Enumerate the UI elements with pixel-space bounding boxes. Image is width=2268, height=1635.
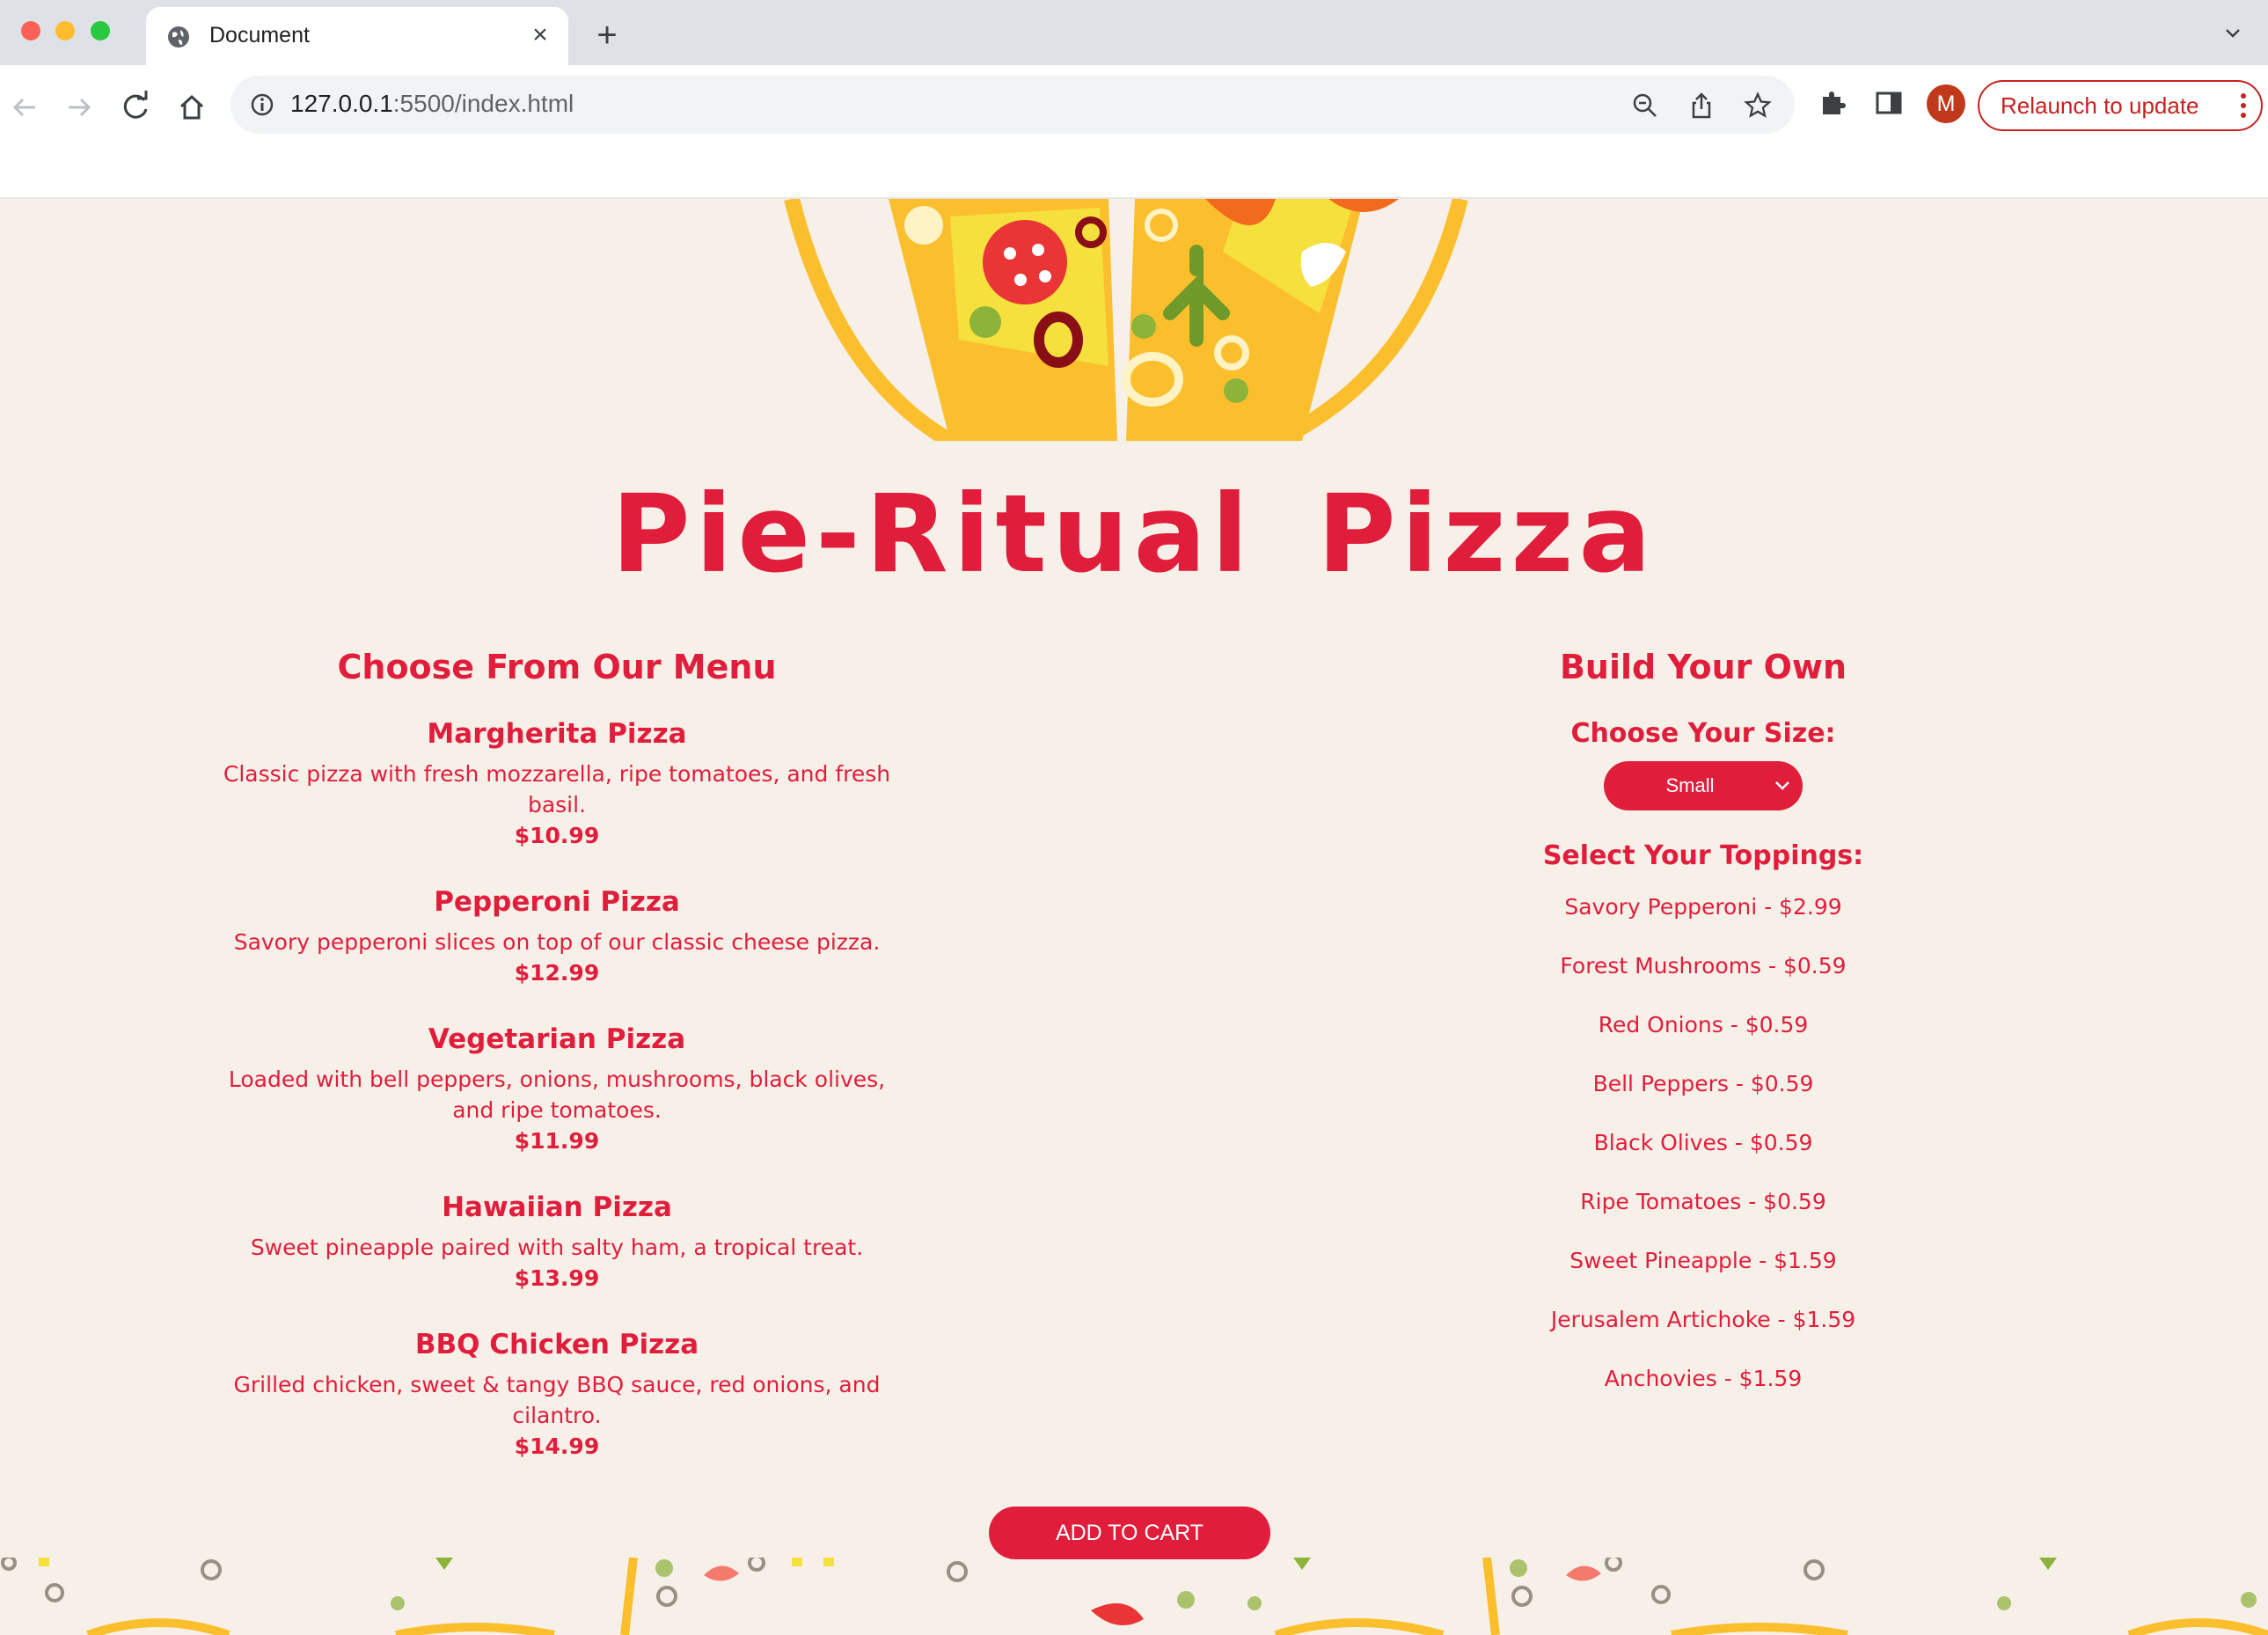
menu-item[interactable]: Hawaiian Pizza Sweet pineapple paired wi… bbox=[211, 1191, 903, 1294]
pizza-name: BBQ Chicken Pizza bbox=[414, 1329, 699, 1360]
topping-option[interactable]: Black Olives - $0.59 bbox=[1439, 1128, 1967, 1187]
pizza-description: Loaded with bell peppers, onions, mushro… bbox=[228, 1067, 886, 1123]
page-viewport: Pie-Ritual Pizza Choose From Our Menu Ma… bbox=[0, 199, 2268, 1635]
pizza-name: Vegetarian Pizza bbox=[428, 1023, 686, 1055]
menu-item[interactable]: Vegetarian Pizza Loaded with bell pepper… bbox=[211, 1023, 903, 1156]
chevron-down-icon[interactable] bbox=[2222, 23, 2243, 44]
pizza-price: $12.99 bbox=[514, 960, 600, 986]
pizza-name: Margherita Pizza bbox=[427, 718, 687, 750]
size-label: Choose Your Size: bbox=[1570, 718, 1836, 749]
topping-option[interactable]: Bell Peppers - $0.59 bbox=[1439, 1069, 1967, 1128]
reload-icon[interactable] bbox=[116, 88, 155, 127]
url-host: 127.0.0.1 bbox=[290, 90, 393, 117]
profile-avatar[interactable]: M bbox=[1927, 84, 1965, 123]
bookmark-star-icon[interactable] bbox=[1744, 92, 1772, 120]
menu-item[interactable]: BBQ Chicken Pizza Grilled chicken, sweet… bbox=[211, 1329, 903, 1462]
chevron-down-icon bbox=[1775, 781, 1789, 790]
url-path: :5500/index.html bbox=[392, 90, 574, 117]
address-bar[interactable]: 127.0.0.1:5500/index.html bbox=[230, 76, 1795, 134]
pizza-name: Pepperoni Pizza bbox=[434, 886, 680, 918]
pizza-description: Savory pepperoni slices on top of our cl… bbox=[233, 929, 881, 955]
pizza-description: Grilled chicken, sweet & tangy BBQ sauce… bbox=[233, 1372, 881, 1428]
browser-tab-bar: Document × + bbox=[0, 0, 2268, 65]
pizza-price: $13.99 bbox=[514, 1265, 600, 1291]
window-minimize-button[interactable] bbox=[55, 21, 75, 40]
pizza-description: Sweet pineapple paired with salty ham, a… bbox=[250, 1235, 864, 1260]
zoom-out-icon[interactable] bbox=[1631, 92, 1659, 120]
pizza-illustration bbox=[784, 199, 1468, 441]
relaunch-label: Relaunch to update bbox=[2001, 92, 2199, 119]
side-panel-icon[interactable] bbox=[1874, 88, 1904, 118]
browser-toolbar: 127.0.0.1:5500/index.html M Relaunch to … bbox=[0, 65, 2268, 199]
share-icon[interactable] bbox=[1687, 92, 1716, 120]
topping-option[interactable]: Anchovies - $1.59 bbox=[1439, 1364, 1967, 1423]
site-title: Pie-Ritual Pizza bbox=[611, 472, 1657, 597]
info-icon[interactable] bbox=[250, 92, 274, 117]
pizza-price: $11.99 bbox=[514, 1128, 600, 1154]
pizza-price: $10.99 bbox=[514, 823, 600, 848]
tab-close-icon[interactable]: × bbox=[524, 19, 556, 51]
menu-heading: Choose From Our Menu bbox=[337, 648, 777, 686]
pizza-pattern-footer bbox=[1, 1558, 2268, 1635]
pizza-name: Hawaiian Pizza bbox=[442, 1191, 672, 1223]
relaunch-update-button[interactable]: Relaunch to update bbox=[1978, 80, 2263, 131]
topping-option[interactable]: Red Onions - $0.59 bbox=[1439, 1010, 1967, 1069]
topping-option[interactable]: Savory Pepperoni - $2.99 bbox=[1439, 892, 1967, 951]
topping-option[interactable]: Forest Mushrooms - $0.59 bbox=[1439, 951, 1967, 1010]
size-select[interactable]: Small bbox=[1604, 761, 1803, 810]
topping-option[interactable]: Ripe Tomatoes - $0.59 bbox=[1439, 1187, 1967, 1246]
new-tab-button[interactable]: + bbox=[589, 18, 625, 53]
forward-arrow-icon[interactable] bbox=[60, 88, 99, 127]
pizza-price: $14.99 bbox=[514, 1433, 600, 1459]
topping-option[interactable]: Sweet Pineapple - $1.59 bbox=[1439, 1246, 1967, 1305]
window-close-button[interactable] bbox=[21, 21, 40, 40]
menu-item[interactable]: Pepperoni Pizza Savory pepperoni slices … bbox=[211, 886, 903, 988]
extensions-puzzle-icon[interactable] bbox=[1818, 88, 1847, 118]
menu-item[interactable]: Margherita Pizza Classic pizza with fres… bbox=[211, 718, 903, 851]
back-arrow-icon[interactable] bbox=[5, 88, 44, 127]
window-maximize-button[interactable] bbox=[91, 21, 110, 40]
toppings-label: Select Your Toppings: bbox=[1542, 840, 1864, 871]
home-icon[interactable] bbox=[172, 88, 211, 127]
size-selected-value: Small bbox=[1665, 774, 1715, 796]
topping-option[interactable]: Jerusalem Artichoke - $1.59 bbox=[1439, 1305, 1967, 1364]
more-vertical-icon[interactable] bbox=[2240, 92, 2247, 119]
menu-section: Choose From Our Menu Margherita Pizza Cl… bbox=[211, 648, 903, 1497]
url-text: 127.0.0.1:5500/index.html bbox=[290, 90, 574, 118]
tab-title: Document bbox=[209, 23, 310, 48]
build-your-own-section: Build Your Own Choose Your Size: Small S… bbox=[1439, 648, 1967, 1423]
browser-tab[interactable]: Document × bbox=[146, 7, 568, 65]
pizza-description: Classic pizza with fresh mozzarella, rip… bbox=[223, 761, 891, 818]
build-heading: Build Your Own bbox=[1559, 648, 1847, 686]
add-to-cart-button[interactable]: ADD TO CART bbox=[989, 1507, 1270, 1559]
globe-icon bbox=[168, 26, 189, 48]
